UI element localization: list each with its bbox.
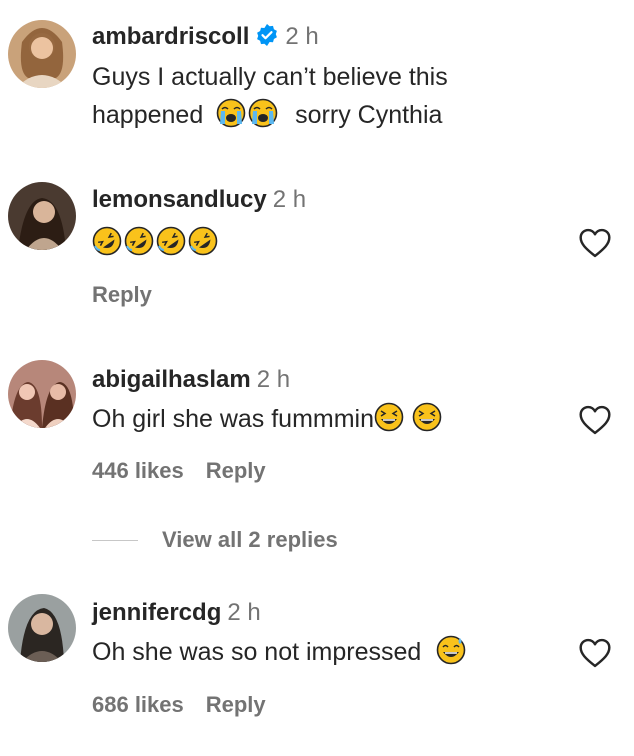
comment-text-line2: happened sorry Cynthia <box>92 96 442 134</box>
avatar[interactable] <box>8 360 76 428</box>
grinning-squinting-face-icon <box>374 402 404 432</box>
comment-ambardriscoll: ambardriscoll 2 h Guys I actually can’t b… <box>0 0 634 150</box>
rolling-on-floor-laughing-icon <box>124 226 154 256</box>
likes-count[interactable]: 446 likes <box>92 458 184 483</box>
comment-header: jennifercdg 2 h <box>92 598 261 628</box>
timestamp: 2 h <box>227 599 261 626</box>
username[interactable]: lemonsandlucy <box>92 186 267 213</box>
loudly-crying-face-icon <box>248 98 278 128</box>
comment-text-body: Oh girl she was fummmin <box>92 405 375 433</box>
loudly-crying-face-icon <box>216 98 246 128</box>
heart-outline-icon[interactable] <box>578 405 612 435</box>
comment-text-after-emoji: sorry Cynthia <box>295 101 443 129</box>
timestamp: 2 h <box>256 366 291 393</box>
grinning-squinting-face-icon <box>412 402 442 432</box>
verified-badge-icon <box>257 24 278 46</box>
comment-abigailhaslam: abigailhaslam 2 h Oh girl she was fummmin… <box>0 350 634 550</box>
heart-outline-icon[interactable] <box>578 228 612 258</box>
reply-button[interactable]: Reply <box>206 458 266 483</box>
rolling-on-floor-laughing-icon <box>188 226 218 256</box>
grinning-face-with-sweat-icon <box>436 635 466 665</box>
rolling-on-floor-laughing-icon <box>156 226 186 256</box>
comment-text-before-emoji: happened <box>92 101 204 129</box>
heart-outline-icon[interactable] <box>578 638 612 668</box>
comment-actions: 446 likes Reply <box>92 456 266 486</box>
comment-header: lemonsandlucy 2 h <box>92 185 306 215</box>
username[interactable]: abigailhaslam <box>92 366 251 393</box>
avatar[interactable] <box>8 20 76 88</box>
comment-text-body: Oh she was so not impressed <box>92 638 422 666</box>
comment-text-line1: Guys I actually can’t believe this <box>92 63 448 91</box>
comment-header: ambardriscoll 2 h <box>92 22 319 52</box>
comment-text: Oh girl she was fummmin <box>92 400 444 438</box>
view-replies-label[interactable]: View all 2 replies <box>162 527 338 552</box>
comment-emoji-text <box>92 224 220 262</box>
comment-lemonsandlucy: lemonsandlucy 2 h Reply <box>0 170 634 320</box>
username[interactable]: ambardriscoll <box>92 23 249 50</box>
timestamp: 2 h <box>285 23 319 50</box>
comment-actions: 686 likes Reply <box>92 690 266 720</box>
avatar[interactable] <box>8 594 76 662</box>
comment-text: Oh she was so not impressed <box>92 633 468 671</box>
avatar[interactable] <box>8 182 76 250</box>
username[interactable]: jennifercdg <box>92 599 221 626</box>
view-replies-toggle[interactable]: View all 2 replies <box>92 527 338 557</box>
comment-header: abigailhaslam 2 h <box>92 365 290 395</box>
reply-button[interactable]: Reply <box>206 692 266 717</box>
divider <box>92 539 138 541</box>
likes-count[interactable]: 686 likes <box>92 692 184 717</box>
rolling-on-floor-laughing-icon <box>92 226 122 256</box>
comment-actions: Reply <box>92 280 152 310</box>
reply-button[interactable]: Reply <box>92 282 152 307</box>
comment-jennifercdg: jennifercdg 2 h Oh she was so not impress… <box>0 586 634 756</box>
timestamp: 2 h <box>272 186 307 213</box>
